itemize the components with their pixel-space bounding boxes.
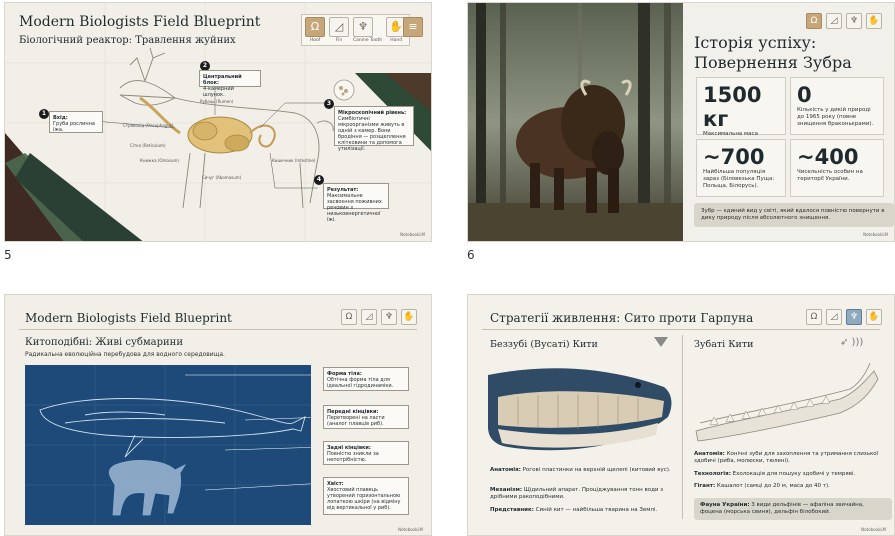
slide5-footer: NotebookLM	[400, 232, 425, 237]
hoof-icon: Ω	[305, 17, 325, 37]
fin-icon: ◿	[329, 17, 349, 37]
fin-icon[interactable]: ◿	[361, 309, 377, 325]
toothed-row-anatomy: Анатомія: Конічні зуби для захоплення та…	[694, 451, 879, 464]
slide-thumbnail-5[interactable]: Modern Biologists Field Blueprint Біолог…	[4, 2, 432, 242]
hand-icon[interactable]: ✋	[401, 309, 417, 325]
slide6-title: Історія успіху: Повернення Зубра	[694, 33, 852, 72]
slide7-footer: NotebookLM	[398, 527, 423, 532]
slide7-lead: Радикальна еволюційна перебудова для вод…	[25, 351, 225, 358]
ukraine-fauna-note: Фауна України: 3 види дельфінів — афалін…	[694, 498, 892, 520]
slide8-footer: NotebookLM	[861, 527, 886, 532]
hoof-icon[interactable]: Ω	[341, 309, 357, 325]
baleen-row-mechanism: Механізм: Щідильний апарат. Проціджуванн…	[490, 487, 664, 500]
icon-hoof-group[interactable]: Ω Hoof	[305, 17, 325, 43]
slide7-subtitle: Китоподібні: Живі субмарини	[25, 337, 183, 348]
callout-hind-limbs: Задні кінцівки: Повністю зникли за непотр…	[323, 441, 409, 465]
hand-icon[interactable]: ✋	[866, 309, 882, 325]
slide5-subtitle: Біологічний реактор: Травлення жуйних	[19, 35, 236, 46]
stat-card-population: ~700 Найбільша популяція зараз (Біловезьк…	[696, 139, 786, 197]
microbe-circle-icon	[333, 79, 355, 101]
slide-number-5: 5	[4, 248, 12, 262]
baleen-heading: Беззубі (Вусаті) Кити	[490, 339, 598, 350]
slide-thumbnail-8[interactable]: Стратегії живлення: Сито проти Гарпуна Ω…	[467, 294, 895, 536]
slide8-divider-h	[482, 329, 880, 330]
stat-card-ukraine: ~400 Чисельність особин на території Укра…	[790, 139, 884, 197]
label-rumen: Рубець (Rumen)	[200, 99, 234, 104]
hoof-icon[interactable]: Ω	[806, 13, 822, 29]
label-abomasum: Сичуг (Abomasum)	[202, 175, 242, 180]
slide-number-6: 6	[467, 248, 475, 262]
baleen-funnel-icon	[654, 337, 668, 347]
slide7-icon-bar: Ω ◿ ♆ ✋	[341, 309, 417, 325]
slide7-title: Modern Biologists Field Blueprint	[25, 311, 232, 325]
label-intestine: Кишечник (Intestine)	[272, 158, 316, 163]
baleen-row-anatomy: Анатомія: Рогові пластинки на верхній ще…	[490, 467, 671, 473]
hand-icon[interactable]: ✋	[866, 13, 882, 29]
slide6-icon-bar: Ω ◿ ♆ ✋	[806, 13, 882, 29]
hoof-icon[interactable]: Ω	[806, 309, 822, 325]
whale-blueprint	[25, 365, 311, 525]
callout-result: Результат: Максимальне засвоєння поживних…	[323, 183, 389, 223]
slide6-footer: NotebookLM	[863, 232, 888, 237]
callout-input: Вхід: Груба рослинна їжа.	[49, 111, 103, 133]
sperm-whale-jaw-illustration	[695, 362, 879, 442]
callout-body-shape: Форма тіла: Обтічна форма тіла для ідеаль…	[323, 367, 409, 391]
slide5-title: Modern Biologists Field Blueprint	[19, 14, 261, 30]
slide-thumbnail-6[interactable]: Ω ◿ ♆ ✋ Історія успіху: Повернення Зубра…	[467, 2, 895, 242]
fin-icon[interactable]: ◿	[826, 309, 842, 325]
icon-tooth-group[interactable]: ♆ Canine Tooth	[353, 17, 382, 43]
icon-fin-group[interactable]: ◿ Fin	[329, 17, 349, 43]
document-icon[interactable]: ≡	[403, 17, 423, 37]
baleen-row-representative: Представник: Синій кит — найбільша твари…	[490, 507, 658, 513]
slide6-note: Зубр — єдиний вид у світі, який вдалося …	[694, 203, 894, 227]
tooth-icon[interactable]: ♆	[846, 309, 862, 325]
label-omasum: Книжка (Omasum)	[140, 158, 179, 163]
sonar-icon: ➶ )))	[840, 337, 864, 348]
stat-card-zero: 0 Кількість у дикій природі до 1965 року …	[790, 77, 884, 135]
stat-card-mass: 1500 кгМаксимальна маса самця.	[696, 77, 786, 144]
slide8-title: Стратегії живлення: Сито проти Гарпуна	[490, 311, 754, 325]
slide8-divider-v	[682, 335, 683, 519]
slide5-icon-bar: Ω Hoof ◿ Fin ♆ Canine Tooth ✋ Hand	[301, 14, 411, 46]
callout-center-block: Центральний блок: 4-камерний шлунок.	[199, 70, 261, 98]
blue-whale-illustration	[488, 368, 672, 451]
toothed-row-giant: Гігант: Кашалот (самці до 20 м, маса до …	[694, 483, 830, 489]
toothed-row-technology: Технологія: Ехолокація для пошуку здобич…	[694, 471, 856, 477]
slide7-divider	[19, 329, 417, 330]
toothed-heading: Зубаті Кити	[694, 339, 754, 350]
fin-icon[interactable]: ◿	[826, 13, 842, 29]
callout-badge-1: 1	[39, 109, 49, 119]
bison-photo	[468, 3, 683, 241]
callout-front-limbs: Передні кінцівки: Перетворені на ласти (а…	[323, 405, 409, 429]
callout-micro-level: Мікроскопічний рівень: Симбіотичні мікроо…	[334, 106, 414, 152]
label-reticulum: Сітка (Reticulum)	[130, 143, 166, 148]
tooth-icon: ♆	[353, 17, 373, 37]
callout-tail: Хвіст: Хвостовий плавець утворений горизо…	[323, 477, 409, 515]
slide8-icon-bar: Ω ◿ ♆ ✋	[806, 309, 882, 325]
slide-thumbnail-7[interactable]: Modern Biologists Field Blueprint Ω ◿ ♆ …	[4, 294, 432, 536]
label-oesophagus: Стравохід (Oesophagus)	[123, 123, 174, 128]
tooth-icon[interactable]: ♆	[846, 13, 862, 29]
tooth-icon[interactable]: ♆	[381, 309, 397, 325]
